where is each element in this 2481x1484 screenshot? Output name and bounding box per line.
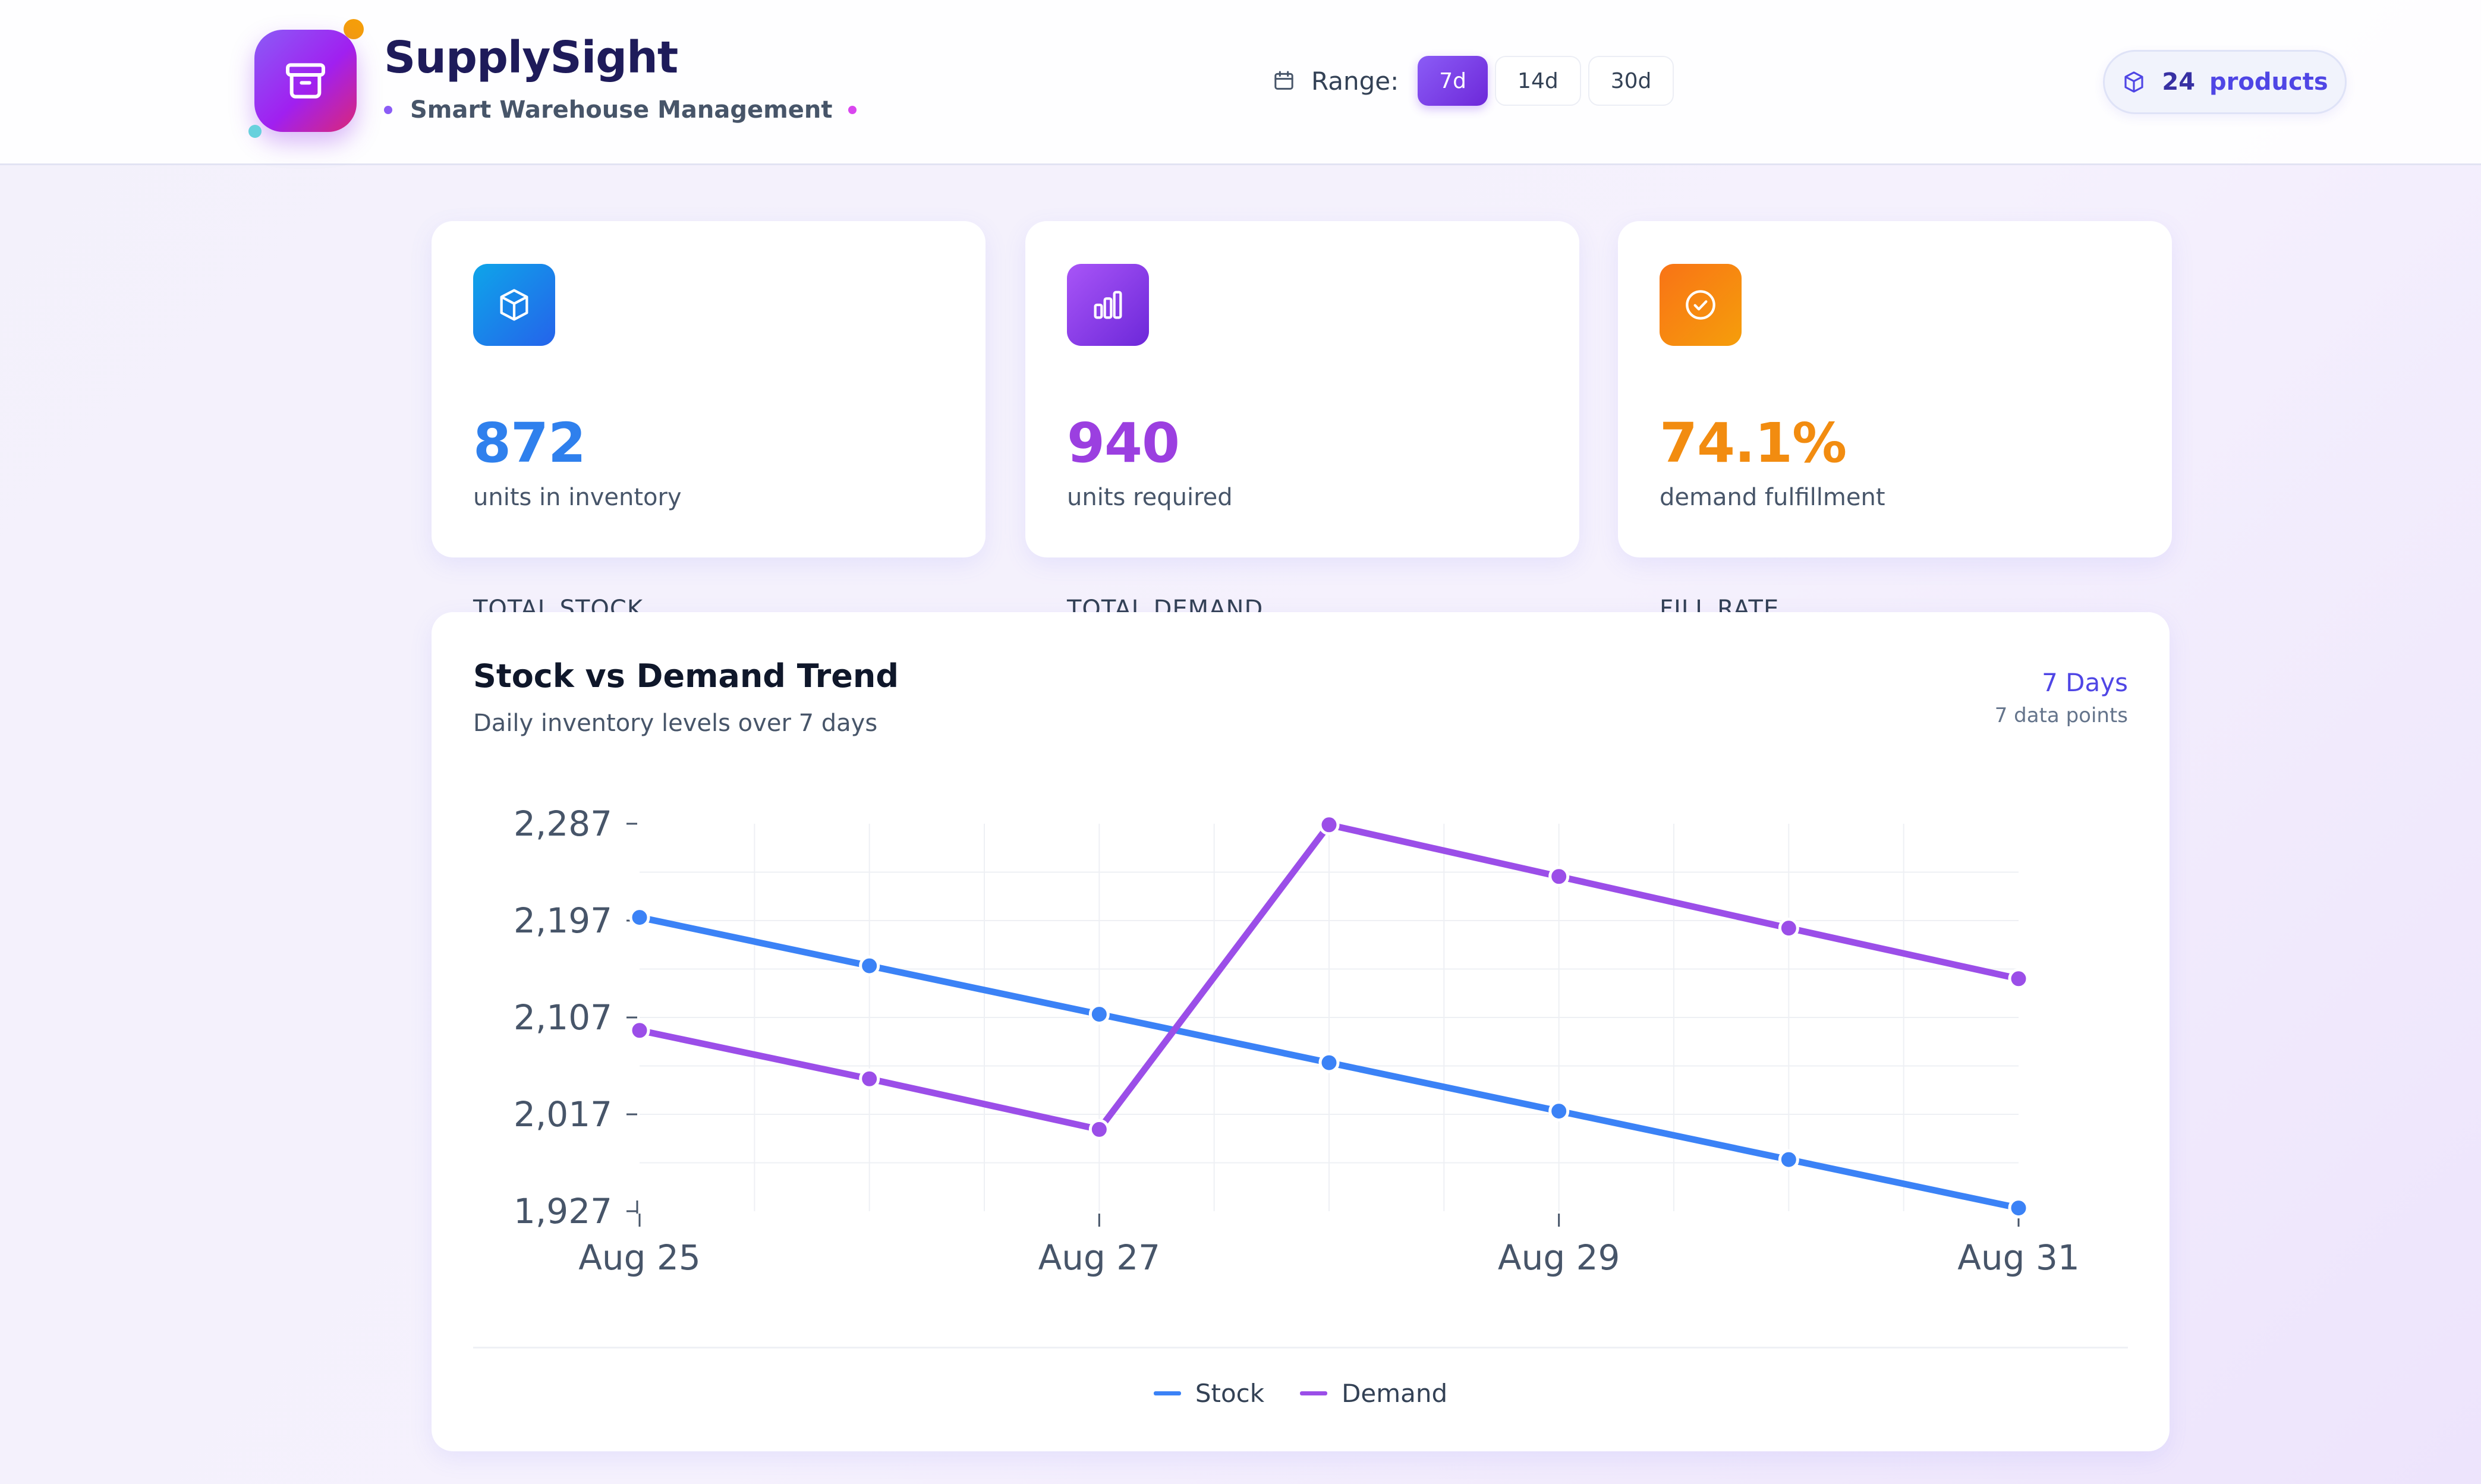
legend-item-stock[interactable]: Stock bbox=[1153, 1379, 1265, 1408]
y-axis-tick-label: 2,107 bbox=[514, 997, 612, 1038]
calendar-icon bbox=[1274, 71, 1293, 90]
chart-legend: Stock Demand bbox=[432, 1379, 2170, 1408]
brand-logo[interactable] bbox=[248, 19, 367, 138]
data-point-demand bbox=[1088, 1118, 1110, 1140]
data-point-stock bbox=[2008, 1198, 2029, 1219]
products-count: 24 bbox=[2162, 68, 2196, 96]
logo-accent-dot bbox=[248, 125, 262, 138]
cube-icon bbox=[473, 264, 555, 346]
kpi-subtext: units required bbox=[1067, 484, 1233, 511]
cube-icon bbox=[2124, 71, 2143, 93]
kpi-subtext: units in inventory bbox=[473, 484, 682, 511]
x-axis-tick-label: Aug 29 bbox=[1498, 1237, 1620, 1278]
data-point-demand bbox=[1778, 918, 1799, 939]
range-selector: Range: 7d 14d 30d bbox=[1272, 56, 1681, 106]
data-point-demand bbox=[859, 1068, 880, 1089]
archive-box-icon bbox=[254, 30, 357, 132]
chart-divider bbox=[473, 1347, 2128, 1348]
x-axis-tick-label: Aug 27 bbox=[1038, 1237, 1161, 1278]
data-point-stock bbox=[1548, 1101, 1570, 1122]
legend-swatch bbox=[1300, 1391, 1328, 1395]
app-header: SupplySight Smart Warehouse Management R… bbox=[0, 0, 2481, 165]
bar-chart-icon bbox=[1067, 264, 1149, 346]
legend-label: Demand bbox=[1342, 1379, 1448, 1408]
range-option-7d[interactable]: 7d bbox=[1418, 56, 1488, 106]
legend-label: Stock bbox=[1195, 1379, 1265, 1408]
legend-item-demand[interactable]: Demand bbox=[1300, 1379, 1447, 1408]
range-label: Range: bbox=[1311, 66, 1399, 96]
brand-title: SupplySight bbox=[384, 32, 678, 83]
data-point-demand bbox=[1548, 866, 1570, 887]
y-axis-tick-label: 2,017 bbox=[514, 1094, 612, 1135]
x-axis-tick-label: Aug 31 bbox=[1957, 1237, 2080, 1278]
brand-subtitle: Smart Warehouse Management bbox=[384, 96, 857, 124]
kpi-value: 940 bbox=[1067, 411, 1180, 475]
kpi-subtext: demand fulfillment bbox=[1660, 484, 1885, 511]
kpi-card-total-demand: TOTAL DEMAND 940 units required bbox=[1025, 221, 1579, 623]
data-point-demand bbox=[2008, 968, 2029, 990]
bullet-dot bbox=[384, 106, 392, 114]
y-axis-tick-label: 2,287 bbox=[514, 804, 612, 844]
stock-demand-line-chart: 2,287 2,197 2,107 2,017 1,927 Aug 25 Aug 27 Aug… bbox=[514, 804, 2080, 1278]
y-axis-tick-label: 1,927 bbox=[514, 1191, 612, 1231]
data-point-stock bbox=[1088, 1004, 1110, 1025]
trend-chart-card: Stock vs Demand Trend Daily inventory le… bbox=[432, 612, 2170, 1451]
data-point-stock bbox=[1318, 1052, 1340, 1073]
data-point-stock bbox=[1778, 1149, 1799, 1170]
range-option-30d[interactable]: 30d bbox=[1588, 56, 1674, 106]
data-point-stock bbox=[859, 955, 880, 976]
x-axis-tick-label: Aug 25 bbox=[578, 1237, 701, 1278]
kpi-value: 74.1% bbox=[1660, 411, 1847, 475]
y-axis-tick-label: 2,197 bbox=[514, 900, 612, 941]
kpi-card-fill-rate: FILL RATE 74.1% demand fulfillment bbox=[1618, 221, 2172, 623]
data-point-demand bbox=[629, 1020, 650, 1041]
products-count-badge[interactable]: 24 products bbox=[2103, 50, 2347, 114]
kpi-card-total-stock: TOTAL STOCK 872 units in inventory bbox=[432, 221, 986, 623]
brand-subtitle-text: Smart Warehouse Management bbox=[410, 96, 833, 124]
check-circle-icon bbox=[1660, 264, 1742, 346]
range-option-14d[interactable]: 14d bbox=[1495, 56, 1581, 106]
kpi-value: 872 bbox=[473, 411, 586, 475]
data-point-demand bbox=[1318, 814, 1340, 836]
products-label: products bbox=[2209, 68, 2328, 96]
legend-swatch bbox=[1153, 1391, 1181, 1395]
data-point-stock bbox=[629, 907, 650, 928]
bullet-dot bbox=[848, 106, 857, 114]
